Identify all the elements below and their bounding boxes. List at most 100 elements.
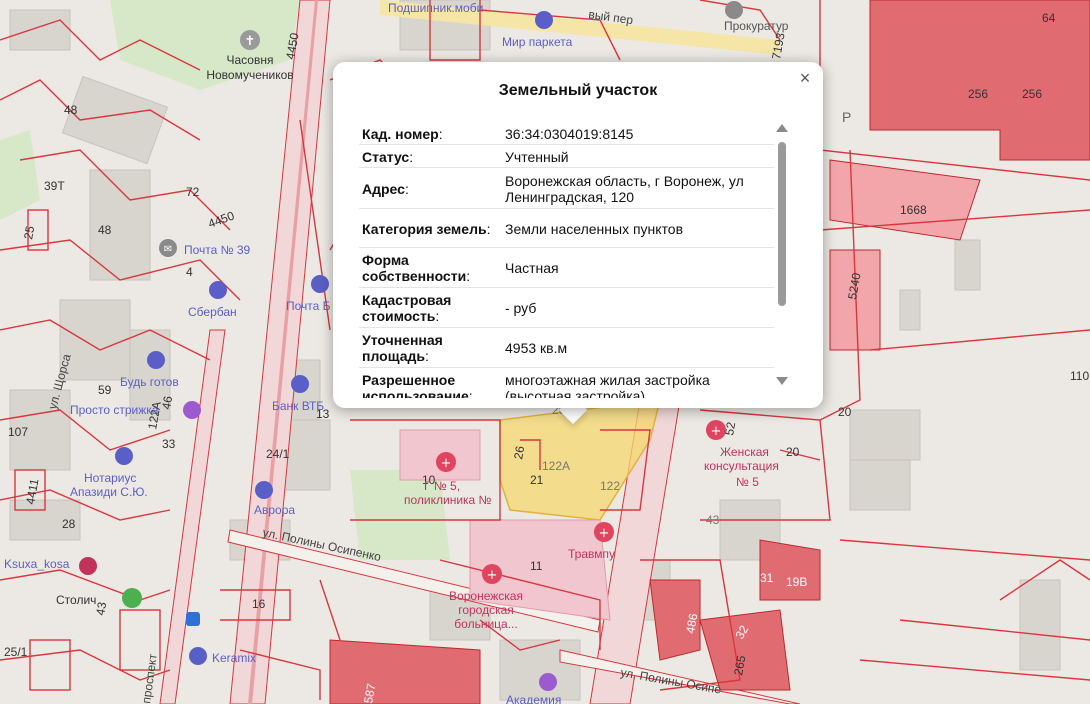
info-row-cadastral-number: Кад. номер: 36:34:0304019:8145	[359, 122, 774, 145]
info-value: Учтенный	[505, 148, 569, 165]
num-25: 25	[21, 225, 37, 241]
info-row-ownership: Форма собственности: Частная	[359, 248, 774, 288]
label-podshipnik: Подшипник.моби	[388, 1, 483, 15]
label-polyclinic-2: поликлиника №	[404, 493, 492, 507]
government-icon	[725, 1, 743, 19]
info-key: Разрешенное использование:	[362, 372, 473, 398]
svg-text:+: +	[599, 526, 610, 541]
num-122: 122	[600, 479, 620, 493]
num-39t: 39Т	[44, 179, 65, 193]
parcel-info-popup: Земельный участок × Кад. номер: 36:34:03…	[333, 62, 823, 408]
label-ksuxa: Ksuxa_kosa	[4, 557, 70, 571]
num-19v: 19В	[786, 575, 807, 589]
num-59: 59	[98, 383, 112, 397]
svg-text:✉: ✉	[164, 244, 172, 255]
stolichny-icon	[122, 588, 142, 608]
num-48-a: 48	[64, 103, 78, 117]
info-row-area: Уточненная площадь: 4953 кв.м	[359, 328, 774, 368]
label-zhenskaya-1: Женская	[720, 445, 769, 459]
info-value: 4953 кв.м	[505, 340, 568, 356]
info-value: многоэтажная жилая застройка (высотная з…	[505, 372, 710, 398]
num-72: 72	[186, 185, 200, 199]
num-1668: 1668	[900, 203, 927, 217]
label-sberbank: Сбербан	[188, 305, 237, 319]
label-avrora: Аврора	[254, 503, 295, 517]
scroll-thumb[interactable]	[778, 142, 786, 306]
label-keramix: Keramix	[212, 651, 256, 665]
num-31: 31	[760, 571, 774, 585]
info-key: Кадастровая стоимость:	[362, 292, 452, 324]
label-mir-parketa: Мир паркета	[502, 35, 573, 49]
num-107: 107	[8, 425, 28, 439]
num-28: 28	[62, 517, 76, 531]
keramix-icon	[189, 647, 207, 665]
label-hospital-3: больница...	[454, 617, 517, 631]
info-row-category: Категория земель: Земли населенных пункт…	[359, 209, 774, 248]
info-row-permitted-use: Разрешенное использование: многоэтажная …	[359, 368, 774, 398]
shop-bud-gotov-icon	[147, 351, 165, 369]
scroll-up-arrow-icon[interactable]	[776, 124, 788, 132]
mail-icon: ✉	[159, 239, 177, 257]
label-stolichny: Столич	[56, 593, 96, 607]
parcel-info-table: Кад. номер: 36:34:0304019:8145 Статус: У…	[359, 122, 774, 398]
svg-text:+: +	[441, 456, 452, 471]
close-button[interactable]: ×	[795, 68, 815, 88]
info-value: Земли населенных пунктов	[505, 220, 684, 237]
label-hospital-2: городская	[458, 603, 514, 617]
info-row-address: Адрес: Воронежская область, г Воронеж, у…	[359, 168, 774, 209]
label-polyclinic-1: Г № 5,	[424, 479, 460, 493]
num-20-a: 20	[838, 405, 852, 419]
label-notarius-1: Нотариус	[84, 471, 136, 485]
num-256-a: 256	[968, 87, 988, 101]
scroll-down-arrow-icon[interactable]	[776, 377, 788, 385]
num-24-1: 24/1	[266, 447, 290, 461]
num-33: 33	[162, 437, 176, 451]
label-chapel-2: Новомучеников	[206, 68, 293, 82]
num-25-1: 25/1	[4, 645, 28, 659]
num-4: 4	[186, 265, 193, 279]
info-key: Кад. номер:	[362, 125, 443, 142]
info-value: Воронежская область, г Воронеж, ул Ленин…	[505, 172, 744, 205]
label-prokuratura: Прокуратур	[724, 19, 789, 33]
label-zhenskaya-3: № 5	[736, 475, 759, 489]
svg-text:+: +	[711, 424, 722, 439]
label-bank-vtb: Банк ВТБ	[272, 399, 324, 413]
ksuxa-icon	[79, 557, 97, 575]
num-21: 21	[530, 473, 544, 487]
info-row-cadastral-value: Кадастровая стоимость: - руб	[359, 288, 774, 328]
label-chapel-1: Часовня	[227, 53, 274, 67]
info-key: Категория земель:	[362, 220, 491, 237]
popup-scrollbar[interactable]	[775, 124, 789, 389]
popup-title: Земельный участок	[498, 82, 658, 99]
num-p: Р	[842, 109, 851, 125]
bank-pochta-icon	[311, 275, 329, 293]
info-value: - руб	[505, 300, 537, 316]
num-20-b: 20	[786, 445, 800, 459]
info-row-status: Статус: Учтенный	[359, 145, 774, 168]
label-travmpunkt: Травмпу	[568, 547, 615, 561]
info-key: Форма собственности:	[362, 252, 471, 284]
label-bud-gotov: Будь готов	[120, 375, 179, 389]
clinic-icon: +	[706, 420, 726, 440]
bank-icon	[209, 281, 227, 299]
academy-icon	[539, 673, 557, 691]
avrora-icon	[255, 481, 273, 499]
barber-icon	[183, 401, 201, 419]
notary-icon	[115, 447, 133, 465]
store-icon	[535, 11, 553, 29]
num-256-b: 256	[1022, 87, 1042, 101]
info-key: Адрес:	[362, 180, 409, 197]
num-26: 26	[511, 445, 527, 461]
info-key: Статус:	[362, 148, 414, 165]
num-64: 64	[1042, 11, 1056, 25]
label-pochta39: Почта № 39	[184, 243, 251, 257]
svg-text:+: +	[487, 568, 498, 583]
info-value: Частная	[505, 260, 559, 276]
polyclinic-icon: +	[436, 452, 456, 472]
hospital-icon: +	[482, 564, 502, 584]
label-pochta-bank: Почта Б	[286, 299, 331, 313]
trauma-icon: +	[594, 522, 614, 542]
num-48-b: 48	[98, 223, 112, 237]
label-zhenskaya-2: консультация	[704, 459, 779, 473]
bank-vtb-icon	[291, 375, 309, 393]
